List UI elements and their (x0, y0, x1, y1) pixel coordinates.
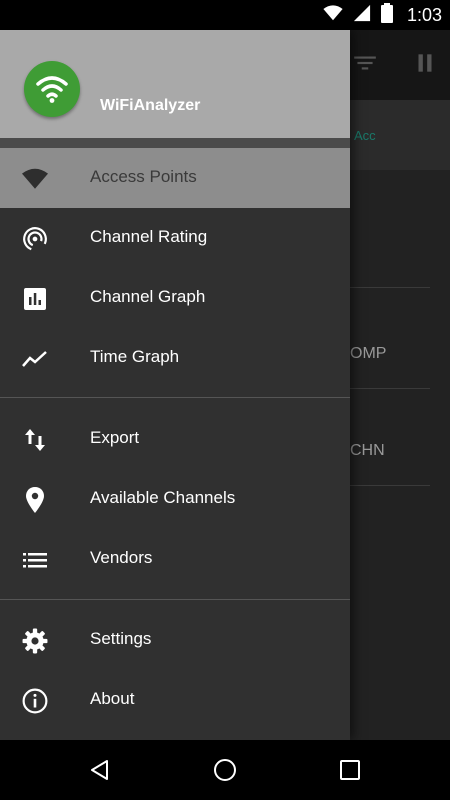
app-logo (24, 61, 80, 117)
signal-rating-icon (22, 226, 48, 252)
status-bar: 1:03 (0, 0, 450, 30)
background-divider (350, 388, 430, 389)
background-divider (350, 485, 430, 486)
wifi-logo-icon (36, 76, 68, 103)
drawer-item-settings[interactable]: Settings (0, 610, 350, 670)
background-row-text: CHN (350, 442, 385, 459)
line-chart-icon (22, 346, 48, 372)
drawer-item-label: Channel Graph (90, 287, 206, 306)
gear-icon (22, 628, 48, 654)
drawer-item-label: Settings (90, 629, 152, 648)
drawer-item-label: Channel Rating (90, 227, 208, 246)
drawer-divider (0, 599, 350, 600)
drawer-item-available-channels[interactable]: Available Channels (0, 469, 350, 529)
drawer-item-label: Available Channels (90, 488, 236, 507)
swap-vert-icon (22, 427, 48, 453)
navigation-drawer: WiFiAnalyzer Access Points Channel Ratin… (0, 30, 350, 740)
background-divider (350, 287, 430, 288)
bar-chart-icon (22, 286, 48, 312)
drawer-item-time-graph[interactable]: Time Graph (0, 328, 350, 388)
drawer-item-vendors[interactable]: Vendors (0, 529, 350, 589)
filter-icon[interactable] (352, 50, 378, 81)
background-row-text: OMP (350, 345, 387, 362)
drawer-item-label: Vendors (90, 548, 153, 567)
location-pin-icon (22, 487, 48, 513)
signal-icon (353, 4, 371, 27)
drawer-item-access-points[interactable]: Access Points (0, 148, 350, 208)
back-icon[interactable] (85, 755, 115, 785)
system-nav-bar (0, 740, 450, 800)
drawer-item-channel-rating[interactable]: Channel Rating (0, 208, 350, 268)
header-divider (0, 138, 350, 148)
drawer-item-export[interactable]: Export (0, 409, 350, 469)
app-name: WiFiAnalyzer (100, 97, 201, 114)
battery-icon (380, 2, 393, 28)
pause-icon[interactable] (412, 50, 438, 81)
drawer-divider (0, 397, 350, 398)
status-time: 1:03 (406, 4, 442, 25)
wifi-icon (323, 4, 343, 26)
wifi-icon (22, 166, 48, 192)
drawer-item-label: About (90, 689, 135, 708)
drawer-item-about[interactable]: About (0, 670, 350, 730)
drawer-header: WiFiAnalyzer (0, 30, 350, 138)
background-tab-label: Acc (354, 128, 376, 143)
drawer-item-channel-graph[interactable]: Channel Graph (0, 268, 350, 328)
drawer-item-label: Access Points (90, 167, 197, 186)
info-icon (22, 688, 48, 714)
drawer-item-label: Time Graph (90, 347, 180, 366)
recents-icon[interactable] (335, 755, 365, 785)
drawer-item-label: Export (90, 428, 140, 447)
list-icon (22, 547, 48, 573)
home-icon[interactable] (210, 755, 240, 785)
